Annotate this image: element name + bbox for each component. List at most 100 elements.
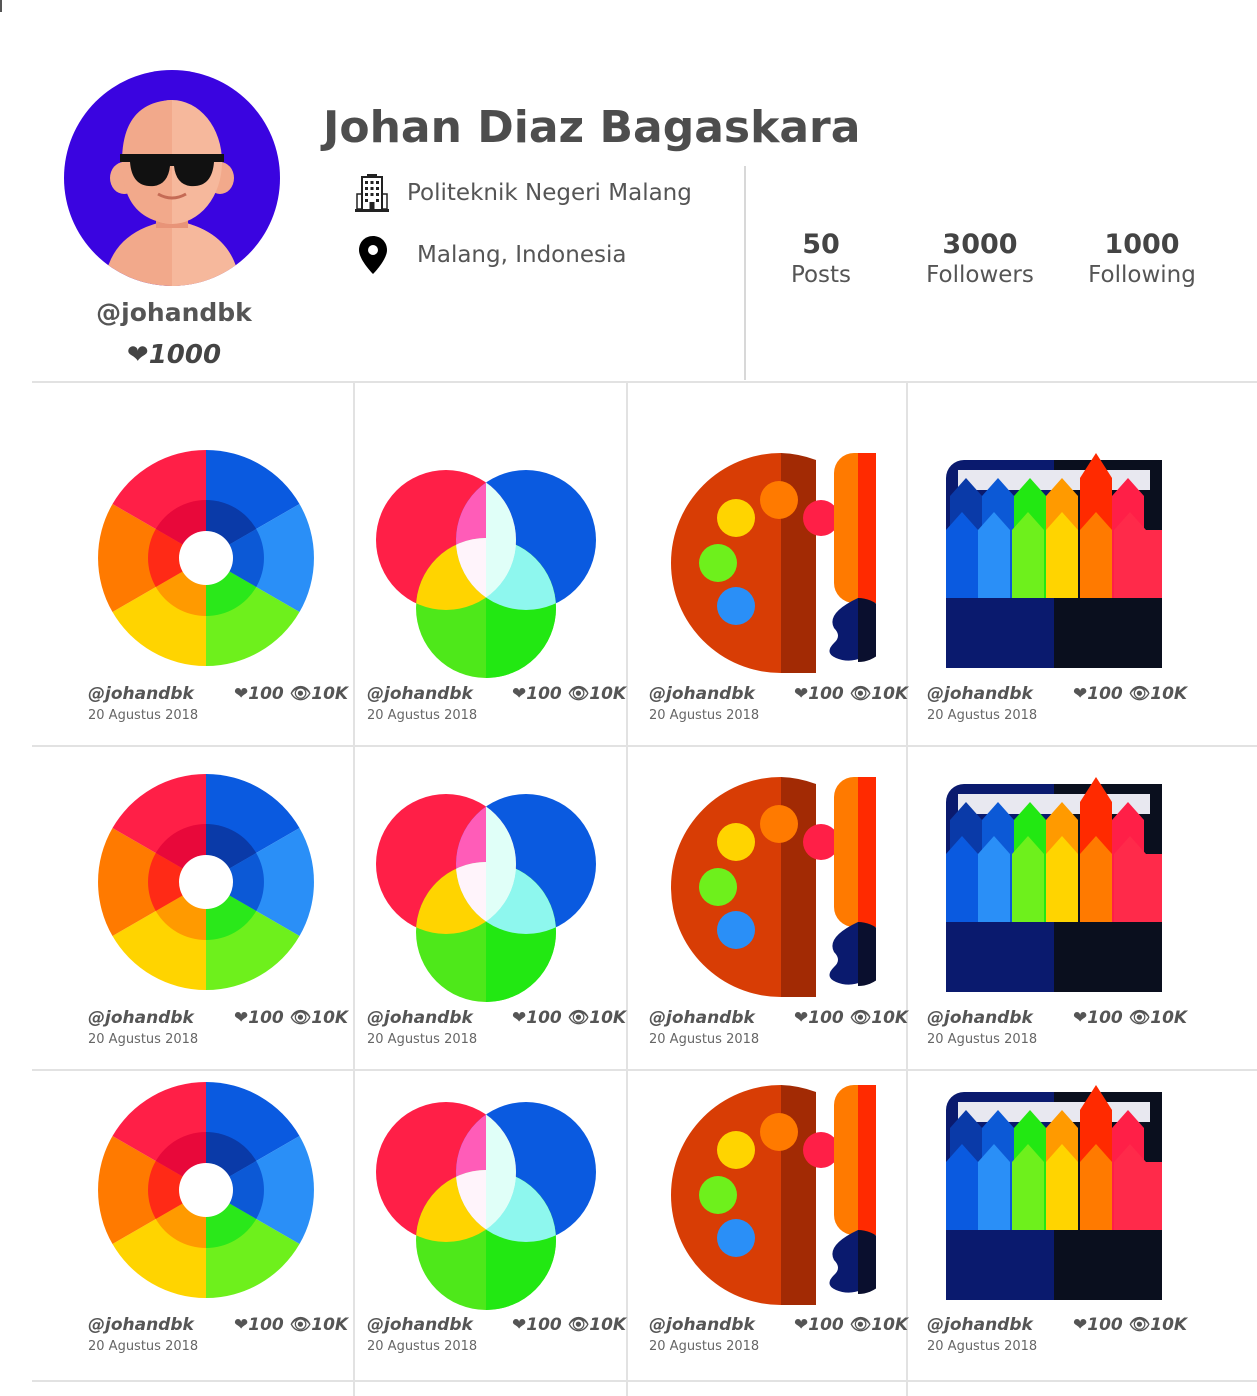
- paint-palette-icon[interactable]: [656, 448, 890, 678]
- stat-posts[interactable]: 50 Posts: [741, 230, 901, 290]
- post-views: 10K: [589, 1008, 627, 1028]
- post-likes: 100: [808, 684, 844, 704]
- post-views: 10K: [871, 1315, 909, 1335]
- stat-followers-label: Followers: [926, 262, 1034, 288]
- post-author[interactable]: @johandbk: [927, 1008, 1033, 1028]
- heart-icon[interactable]: ❤: [512, 1008, 526, 1028]
- heart-icon[interactable]: ❤: [794, 684, 808, 704]
- post-date: 20 Agustus 2018: [88, 1339, 199, 1354]
- paint-palette-icon[interactable]: [656, 772, 890, 1002]
- grid-divider-row3: [32, 1380, 1257, 1382]
- eye-icon: 👁: [1128, 684, 1151, 704]
- post-date: 20 Agustus 2018: [649, 1339, 760, 1354]
- eye-icon: 👁: [567, 684, 590, 704]
- heart-icon: ❤: [126, 340, 149, 370]
- post-date: 20 Agustus 2018: [88, 1032, 199, 1047]
- post-author[interactable]: @johandbk: [88, 1315, 194, 1335]
- post-stats: ❤100 👁10K: [794, 1315, 908, 1335]
- post-author[interactable]: @johandbk: [367, 684, 473, 704]
- heart-icon[interactable]: ❤: [794, 1008, 808, 1028]
- eye-icon: 👁: [567, 1008, 590, 1028]
- stat-followers-value: 3000: [942, 229, 1018, 260]
- post-likes: 100: [526, 684, 562, 704]
- color-wheel-icon[interactable]: [96, 448, 316, 678]
- color-pencils-icon[interactable]: [944, 1080, 1164, 1310]
- post-likes: 100: [1087, 684, 1123, 704]
- stat-following[interactable]: 1000 Following: [1062, 230, 1222, 290]
- rgb-circles-icon[interactable]: [376, 1080, 596, 1310]
- post-views: 10K: [871, 1008, 909, 1028]
- heart-icon[interactable]: ❤: [512, 1315, 526, 1335]
- institution-text: Politeknik Negeri Malang: [407, 180, 692, 206]
- heart-icon[interactable]: ❤: [1073, 1315, 1087, 1335]
- post-stats: ❤100 👁10K: [234, 684, 348, 704]
- location-row: Malang, Indonesia: [355, 236, 626, 274]
- post-date: 20 Agustus 2018: [88, 708, 199, 723]
- profile-name: Johan Diaz Bagaskara: [323, 102, 861, 153]
- avatar[interactable]: [64, 70, 280, 286]
- profile-likes: ❤1000: [64, 340, 284, 370]
- stat-following-value: 1000: [1104, 229, 1180, 260]
- eye-icon: 👁: [1128, 1315, 1151, 1335]
- post-views: 10K: [1150, 1008, 1188, 1028]
- post-views: 10K: [311, 1008, 349, 1028]
- rgb-circles-icon[interactable]: [376, 448, 596, 678]
- post-likes: 100: [808, 1008, 844, 1028]
- institution-row: Politeknik Negeri Malang: [355, 174, 692, 212]
- profile-handle[interactable]: @johandbk: [64, 298, 284, 327]
- heart-icon[interactable]: ❤: [1073, 684, 1087, 704]
- heart-icon[interactable]: ❤: [1073, 1008, 1087, 1028]
- post-date: 20 Agustus 2018: [927, 1032, 1038, 1047]
- post-author[interactable]: @johandbk: [88, 1008, 194, 1028]
- stat-posts-label: Posts: [790, 262, 852, 288]
- eye-icon: 👁: [1128, 1008, 1151, 1028]
- post-author[interactable]: @johandbk: [927, 684, 1033, 704]
- post-date: 20 Agustus 2018: [649, 1032, 760, 1047]
- post-stats: ❤100 👁10K: [512, 1315, 626, 1335]
- color-wheel-icon[interactable]: [96, 1080, 316, 1310]
- post-views: 10K: [1150, 1315, 1188, 1335]
- post-stats: ❤100 👁10K: [1073, 684, 1187, 704]
- post-author[interactable]: @johandbk: [927, 1315, 1033, 1335]
- color-wheel-icon[interactable]: [96, 772, 316, 1002]
- corner-mark: [0, 0, 2, 12]
- rgb-circles-icon[interactable]: [376, 772, 596, 1002]
- post-author[interactable]: @johandbk: [367, 1315, 473, 1335]
- post-views: 10K: [1150, 684, 1188, 704]
- heart-icon[interactable]: ❤: [512, 684, 526, 704]
- post-author[interactable]: @johandbk: [649, 1008, 755, 1028]
- stat-posts-value: 50: [802, 229, 840, 260]
- post-stats: ❤100 👁10K: [512, 1008, 626, 1028]
- heart-icon[interactable]: ❤: [234, 1315, 248, 1335]
- post-author[interactable]: @johandbk: [649, 684, 755, 704]
- paint-palette-icon[interactable]: [656, 1080, 890, 1310]
- post-likes: 100: [248, 684, 284, 704]
- post-author[interactable]: @johandbk: [367, 1008, 473, 1028]
- post-stats: ❤100 👁10K: [794, 1008, 908, 1028]
- post-stats: ❤100 👁10K: [1073, 1008, 1187, 1028]
- heart-icon[interactable]: ❤: [234, 684, 248, 704]
- eye-icon: 👁: [567, 1315, 590, 1335]
- eye-icon: 👁: [289, 684, 312, 704]
- post-date: 20 Agustus 2018: [367, 708, 478, 723]
- grid-divider-row1: [32, 745, 1257, 747]
- post-date: 20 Agustus 2018: [367, 1032, 478, 1047]
- heart-icon[interactable]: ❤: [234, 1008, 248, 1028]
- eye-icon: 👁: [849, 684, 872, 704]
- stat-followers[interactable]: 3000 Followers: [900, 230, 1060, 290]
- post-likes: 100: [248, 1008, 284, 1028]
- post-stats: ❤100 👁10K: [234, 1008, 348, 1028]
- heart-icon[interactable]: ❤: [794, 1315, 808, 1335]
- post-author[interactable]: @johandbk: [649, 1315, 755, 1335]
- grid-divider-top: [32, 381, 1257, 383]
- eye-icon: 👁: [849, 1315, 872, 1335]
- color-pencils-icon[interactable]: [944, 772, 1164, 1002]
- post-views: 10K: [871, 684, 909, 704]
- post-author[interactable]: @johandbk: [88, 684, 194, 704]
- color-pencils-icon[interactable]: [944, 448, 1164, 678]
- post-stats: ❤100 👁10K: [234, 1315, 348, 1335]
- post-date: 20 Agustus 2018: [927, 708, 1038, 723]
- eye-icon: 👁: [849, 1008, 872, 1028]
- post-likes: 100: [248, 1315, 284, 1335]
- post-likes: 100: [526, 1315, 562, 1335]
